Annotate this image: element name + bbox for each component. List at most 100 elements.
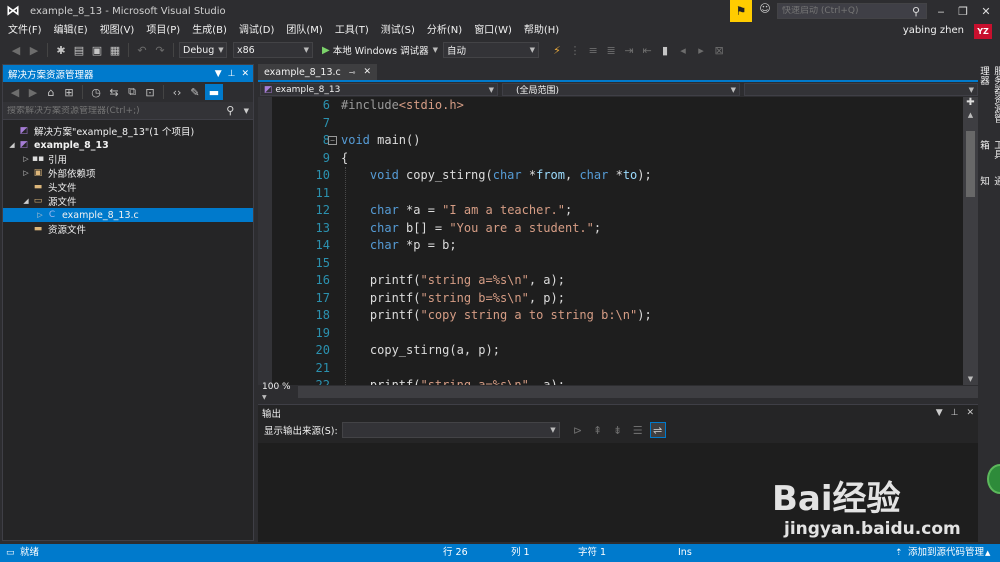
code-line[interactable]: #include<stdio.h>	[341, 97, 652, 115]
tree-item-resource-files[interactable]: ▬ 资源文件	[3, 222, 253, 236]
code-line[interactable]: char *p = b;	[341, 237, 652, 255]
output-text-area[interactable]	[258, 443, 978, 542]
code-line[interactable]: void copy_stirng(char *from, char *to);	[341, 167, 652, 185]
redo-icon[interactable]: ↷	[152, 42, 168, 58]
save-icon[interactable]: ▣	[89, 42, 105, 58]
menu-team[interactable]: 团队(M)	[280, 22, 328, 40]
platform-select[interactable]: x86 ▼	[233, 42, 313, 58]
code-line[interactable]: printf("string b=%s\n", p);	[341, 290, 652, 308]
code-line[interactable]: {	[341, 150, 652, 168]
tab-example-8-13-c[interactable]: example_8_13.c ⊸ ✕	[258, 64, 378, 80]
view-code-icon[interactable]: ‹›	[169, 84, 185, 100]
pin-icon[interactable]: ⊥	[951, 408, 959, 418]
find-message-icon[interactable]: ⊳	[570, 422, 586, 438]
menu-window[interactable]: 窗口(W)	[468, 22, 518, 40]
code-line[interactable]	[341, 115, 652, 133]
next-bookmark-icon[interactable]: ▸	[693, 42, 709, 58]
new-project-icon[interactable]: ✱	[53, 42, 69, 58]
tab-toolbox[interactable]: 工具箱	[978, 136, 1000, 172]
scrollbar-thumb[interactable]	[966, 131, 975, 197]
back-icon[interactable]: ◀	[7, 84, 23, 100]
notification-flag-icon[interactable]: ⚑	[730, 0, 752, 22]
menu-project[interactable]: 项目(P)	[140, 22, 186, 40]
expand-triangle-icon[interactable]: ▷	[21, 169, 31, 177]
collapse-all-icon[interactable]: ⧉	[124, 84, 140, 100]
avatar[interactable]: YZ	[974, 24, 992, 39]
project-nav-select[interactable]: ◩ example_8_13 ▼	[260, 83, 498, 96]
code-line[interactable]	[341, 185, 652, 203]
toolbar-misc-icon[interactable]: ⋮	[567, 42, 583, 58]
editor-horizontal-scrollbar[interactable]	[298, 386, 978, 398]
tab-notifications[interactable]: 通知	[978, 172, 1000, 198]
feedback-icon[interactable]: ☺	[756, 2, 774, 20]
close-icon[interactable]: ✕	[363, 67, 371, 77]
search-icon[interactable]: ⚲	[906, 5, 926, 18]
solution-search-input[interactable]	[7, 105, 217, 116]
scope-nav-select[interactable]: (全局范围) ▼	[502, 83, 740, 96]
scroll-down-icon[interactable]: ▼	[963, 375, 978, 383]
code-line[interactable]: printf("string a=%s\n", a);	[341, 272, 652, 290]
back-icon[interactable]: ◀	[8, 42, 24, 58]
search-icon[interactable]: ⚲	[226, 104, 234, 117]
menu-test[interactable]: 测试(S)	[375, 22, 421, 40]
properties-icon[interactable]: ✎	[187, 84, 203, 100]
prev-message-icon[interactable]: ⇞	[590, 422, 606, 438]
pending-changes-icon[interactable]: ◷	[88, 84, 104, 100]
run-mode-select[interactable]: 自动 ▼	[443, 42, 540, 58]
tree-item-project[interactable]: ◢ ◩ example_8_13	[3, 138, 253, 152]
code-line[interactable]: printf("string a=%s\n", a);	[341, 377, 652, 385]
chevron-down-icon[interactable]: ▼	[215, 69, 222, 79]
collapse-triangle-icon[interactable]: ◢	[7, 141, 17, 149]
outdent-icon[interactable]: ⇤	[639, 42, 655, 58]
prev-bookmark-icon[interactable]: ◂	[675, 42, 691, 58]
forward-icon[interactable]: ▶	[25, 84, 41, 100]
user-name[interactable]: yabing zhen	[903, 22, 964, 40]
word-wrap-icon[interactable]: ⇌	[649, 422, 666, 438]
code-line[interactable]: char *a = "I am a teacher.";	[341, 202, 652, 220]
code-line[interactable]	[341, 360, 652, 378]
start-debugging-button[interactable]: ▶ 本地 Windows 调试器 ▼	[319, 42, 441, 58]
expand-triangle-icon[interactable]: ▷	[35, 211, 45, 219]
clear-all-icon[interactable]: ☰	[630, 422, 646, 438]
chevron-down-icon[interactable]: ▼	[244, 107, 249, 115]
member-nav-select[interactable]: ▼	[744, 83, 978, 96]
chevron-down-icon[interactable]: ▼	[936, 408, 943, 418]
indent-icon[interactable]: ⇥	[621, 42, 637, 58]
collapse-triangle-icon[interactable]: ◢	[21, 197, 31, 205]
save-all-icon[interactable]: ▦	[107, 42, 123, 58]
tab-server-explorer[interactable]: 服务器资源管理器	[978, 62, 1000, 136]
switch-views-icon[interactable]: ⊞	[61, 84, 77, 100]
menu-analyze[interactable]: 分析(N)	[421, 22, 468, 40]
menu-build[interactable]: 生成(B)	[186, 22, 233, 40]
code-lines[interactable]: #include<stdio.h> void main() { void cop…	[341, 97, 652, 385]
pin-icon[interactable]: ⊥	[228, 69, 236, 79]
menu-tools[interactable]: 工具(T)	[329, 22, 375, 40]
expand-triangle-icon[interactable]: ▷	[21, 155, 31, 163]
collapse-region-icon[interactable]: −	[328, 136, 337, 145]
pin-icon[interactable]: ⊸	[349, 68, 356, 77]
output-source-select[interactable]: ▼	[341, 422, 560, 438]
minimize-button[interactable]: ‒	[930, 0, 952, 22]
code-editor[interactable]: 6 7 8 9 10 11 12 13 14 15 16 17 18 19 20…	[258, 97, 963, 385]
attach-icon[interactable]: ⚡	[549, 42, 565, 58]
menu-help[interactable]: 帮助(H)	[518, 22, 565, 40]
tree-item-source-files[interactable]: ◢ ▭ 源文件	[3, 194, 253, 208]
close-icon[interactable]: ✕	[966, 408, 974, 418]
menu-edit[interactable]: 编辑(E)	[48, 22, 94, 40]
tree-item-c-file[interactable]: ▷ C example_8_13.c	[3, 208, 253, 222]
preview-icon[interactable]: ▬	[205, 84, 223, 100]
home-icon[interactable]: ⌂	[43, 84, 59, 100]
tree-item-external-deps[interactable]: ▷ ▣ 外部依赖项	[3, 166, 253, 180]
menu-debug[interactable]: 调试(D)	[233, 22, 281, 40]
tree-item-references[interactable]: ▷ ▪▪ 引用	[3, 152, 253, 166]
undo-icon[interactable]: ↶	[134, 42, 150, 58]
code-line[interactable]	[341, 255, 652, 273]
configuration-select[interactable]: Debug ▼	[179, 42, 227, 58]
quick-launch-input[interactable]	[778, 6, 906, 16]
quick-launch[interactable]: ⚲	[777, 3, 927, 19]
menu-file[interactable]: 文件(F)	[0, 22, 48, 40]
open-file-icon[interactable]: ▤	[71, 42, 87, 58]
sync-icon[interactable]: ⇆	[106, 84, 122, 100]
chevron-up-icon[interactable]: ▲	[985, 544, 990, 562]
restore-button[interactable]: ❐	[952, 0, 974, 22]
